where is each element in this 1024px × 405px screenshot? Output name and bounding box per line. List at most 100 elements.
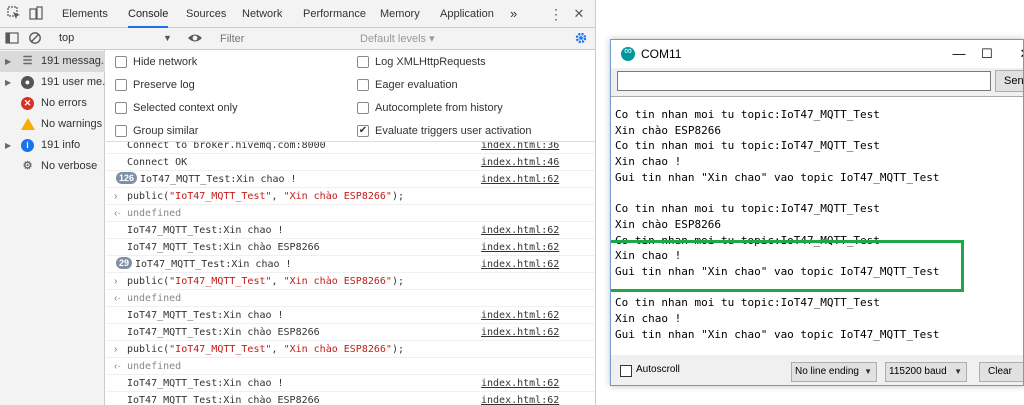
- log-row: IoT47_MQTT_Test:Xin chao ! index.html:62: [106, 223, 595, 239]
- kebab-menu-icon[interactable]: ⋮: [548, 6, 564, 22]
- source-link[interactable]: index.html:62: [481, 325, 559, 340]
- clear-console-icon[interactable]: [27, 31, 43, 47]
- log-row: IoT47_MQTT_Test:Xin chào ESP8266 index.ht…: [106, 240, 595, 256]
- error-icon: ✕: [21, 97, 34, 110]
- checkbox[interactable]: [357, 102, 369, 114]
- send-button[interactable]: Send: [995, 70, 1023, 92]
- warning-icon: [21, 118, 35, 130]
- tab-sources[interactable]: Sources: [186, 0, 226, 28]
- eye-icon[interactable]: [187, 31, 203, 47]
- code-string: "Xin chào ESP8266": [283, 344, 392, 355]
- code-sep: ,: [271, 191, 284, 202]
- serial-monitor-window: COM11 — ☐ ✕ Send Co tin nhan moi tu topi…: [610, 39, 1024, 386]
- log-row: › public("IoT47_MQTT_Test", "Xin chào ESP…: [106, 189, 595, 205]
- log-message: 126 IoT47_MQTT_Test:Xin chao !: [116, 172, 297, 187]
- filter-input[interactable]: [214, 30, 354, 47]
- log-message: IoT47_MQTT_Test:Xin chao !: [127, 308, 284, 323]
- console-result: undefined: [127, 361, 182, 372]
- checkbox[interactable]: [357, 79, 369, 91]
- serial-line: Gui tin nhan "Xin chao" vao topic IoT47_…: [615, 170, 940, 184]
- log-row: Connect OK index.html:46: [106, 155, 595, 171]
- expand-arrow-icon[interactable]: ▶: [5, 135, 11, 156]
- log-row: ‹· undefined: [106, 359, 595, 375]
- sidebar-item-list[interactable]: ▶ ☰ 191 messag...: [0, 51, 105, 72]
- sidebar-item-error[interactable]: ✕ No errors: [0, 93, 105, 114]
- window-close-icon[interactable]: ✕: [1003, 40, 1023, 68]
- setting-label: Selected context only: [133, 102, 238, 114]
- line-ending-select[interactable]: No line ending ▼: [791, 362, 877, 382]
- source-link[interactable]: index.html:62: [481, 308, 559, 323]
- source-link[interactable]: index.html:62: [481, 376, 559, 391]
- log-row: 126 IoT47_MQTT_Test:Xin chao ! index.html:…: [106, 172, 595, 188]
- list-icon: ☰: [22, 55, 33, 67]
- device-toggle-icon[interactable]: [28, 6, 44, 22]
- source-link[interactable]: index.html:46: [481, 155, 559, 170]
- console-result: undefined: [127, 293, 182, 304]
- console-input: public("IoT47_MQTT_Test", "Xin chào ESP8…: [127, 342, 404, 357]
- serial-title: COM11: [641, 47, 682, 61]
- code-string: "Xin chào ESP8266": [283, 276, 392, 287]
- tab-application[interactable]: Application: [440, 0, 494, 28]
- log-row: ‹· undefined: [106, 291, 595, 307]
- tab-memory[interactable]: Memory: [380, 0, 420, 28]
- chevron-down-icon: ▼: [864, 367, 872, 376]
- clear-output-button[interactable]: Clear output: [979, 362, 1023, 385]
- setting-label: Eager evaluation: [375, 79, 458, 91]
- checkbox[interactable]: [115, 102, 127, 114]
- sidebar-item-verbose[interactable]: ⚙ No verbose: [0, 156, 105, 177]
- expand-arrow-icon[interactable]: ▶: [5, 51, 11, 72]
- code-fn: public(: [127, 191, 170, 202]
- autoscroll-label: Autoscroll: [636, 364, 680, 375]
- serial-line: Xin chào ESP8266: [615, 123, 721, 137]
- tab-performance[interactable]: Performance: [303, 0, 366, 28]
- source-link[interactable]: index.html:62: [481, 393, 559, 405]
- log-message: IoT47_MQTT_Test:Xin chào ESP8266: [127, 393, 320, 405]
- serial-line: Xin chao !: [615, 312, 682, 326]
- sidebar-item-info[interactable]: ▶ i 191 info: [0, 135, 105, 156]
- serial-line: Co tin nhan moi tu topic:IoT47_MQTT_Test: [615, 202, 880, 216]
- sidebar-item-warning[interactable]: No warnings: [0, 114, 105, 135]
- log-text: IoT47_MQTT_Test:Xin chào ESP8266: [127, 395, 320, 405]
- sidebar-toggle-icon[interactable]: [4, 31, 20, 47]
- line-ending-value: No line ending: [795, 366, 859, 377]
- serial-bottom-bar: Autoscroll No line ending ▼ 115200 baud …: [611, 355, 1023, 385]
- log-text: IoT47_MQTT_Test:Xin chào ESP8266: [127, 242, 320, 253]
- code-end: );: [391, 344, 404, 355]
- log-row: Connect to broker.hivemq.com:8000 index.h…: [106, 142, 595, 154]
- log-row: IoT47_MQTT_Test:Xin chao ! index.html:62: [106, 376, 595, 392]
- baud-select[interactable]: 115200 baud ▼: [885, 362, 967, 382]
- chevron-down-icon: ▼: [954, 367, 962, 376]
- autoscroll-checkbox[interactable]: [620, 365, 632, 377]
- sidebar-item-label: No errors: [41, 97, 87, 109]
- info-icon: i: [21, 139, 34, 152]
- source-link[interactable]: index.html:62: [481, 223, 559, 238]
- expand-arrow-icon[interactable]: ▶: [5, 72, 11, 93]
- source-link[interactable]: index.html:36: [481, 142, 559, 153]
- tab-network[interactable]: Network: [242, 0, 282, 28]
- arduino-logo-icon: [621, 45, 635, 61]
- log-text: IoT47_MQTT_Test:Xin chào ESP8266: [127, 327, 320, 338]
- checkbox[interactable]: ✔: [357, 125, 369, 137]
- levels-dropdown[interactable]: Default levels ▾: [360, 28, 435, 50]
- inspect-icon[interactable]: [6, 6, 22, 22]
- input-prompt-icon: ›: [114, 191, 118, 202]
- context-selector[interactable]: top: [53, 30, 177, 47]
- sidebar-item-label: 191 messag...: [41, 55, 105, 67]
- close-icon[interactable]: ✕: [571, 6, 587, 22]
- serial-send-input[interactable]: [617, 71, 991, 91]
- log-row: IoT47_MQTT_Test:Xin chao ! index.html:62: [106, 308, 595, 324]
- checkbox[interactable]: [115, 79, 127, 91]
- source-link[interactable]: index.html:62: [481, 257, 559, 272]
- log-row: 29 IoT47_MQTT_Test:Xin chao ! index.html:6…: [106, 257, 595, 273]
- more-tabs-button[interactable]: »: [510, 0, 517, 28]
- sidebar-item-user[interactable]: ▶ ● 191 user me...: [0, 72, 105, 93]
- tab-console[interactable]: Console: [128, 0, 169, 28]
- gear-icon[interactable]: [573, 31, 589, 47]
- source-link[interactable]: index.html:62: [481, 240, 559, 255]
- tab-elements[interactable]: Elements: [62, 0, 108, 28]
- console-input: public("IoT47_MQTT_Test", "Xin chào ESP8…: [127, 189, 404, 204]
- checkbox[interactable]: [115, 56, 127, 68]
- source-link[interactable]: index.html:62: [481, 172, 559, 187]
- checkbox[interactable]: [115, 125, 127, 137]
- checkbox[interactable]: [357, 56, 369, 68]
